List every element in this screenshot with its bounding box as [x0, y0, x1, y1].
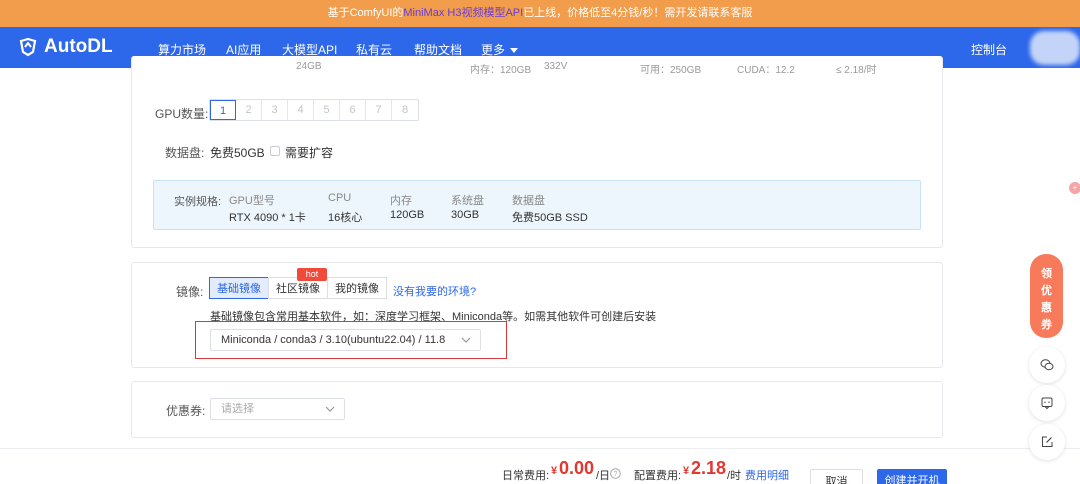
daily-fee-unit: /日	[596, 470, 611, 482]
svg-text:?: ?	[614, 471, 618, 478]
gpu-count-option[interactable]: 7	[366, 100, 392, 120]
claim-coupon-button[interactable]: 领 优 惠 券	[1030, 254, 1063, 338]
gpu-count-option[interactable]: 4	[288, 100, 314, 120]
daily-fee-label: 日常费用:	[502, 470, 550, 482]
nav-item-more-label: 更多	[481, 43, 506, 57]
chevron-down-icon	[325, 406, 335, 412]
question-circle-icon[interactable]: ?	[610, 468, 621, 479]
spec-value-gpu: RTX 4090 * 1卡	[229, 212, 306, 224]
gpu-count-option[interactable]: 2	[236, 100, 262, 120]
feedback-button[interactable]	[1029, 424, 1065, 460]
hot-badge: hot	[297, 268, 327, 281]
message-icon	[1041, 397, 1053, 410]
edit-icon	[1042, 436, 1053, 447]
spec-header-gpu: GPU型号	[229, 195, 275, 207]
coupon-placeholder: 请选择	[221, 403, 254, 415]
logo-text: AutoDL	[44, 36, 113, 57]
data-disk-free: 免费50GB	[210, 146, 265, 160]
chevron-down-icon	[461, 337, 471, 343]
coupon-char: 券	[1041, 319, 1052, 331]
edge-badge[interactable]: +	[1069, 182, 1080, 194]
config-fee-label: 配置费用:	[634, 470, 682, 482]
spec-value-cpu: 16核心	[328, 212, 363, 224]
spec-value-system-disk: 30GB	[451, 209, 480, 221]
gpu-count-label: GPU数量:	[155, 107, 209, 121]
memory-cut: 内存：120GB	[470, 65, 532, 76]
coupon-char: 优	[1041, 285, 1052, 297]
tab-my-image[interactable]: 我的镜像	[327, 277, 387, 299]
chevron-down-icon	[510, 48, 519, 53]
gpu-count-option[interactable]: 5	[314, 100, 340, 120]
data-disk-label: 数据盘:	[165, 146, 205, 160]
wechat-icon	[1040, 359, 1054, 371]
cancel-button[interactable]: 取消	[810, 469, 863, 484]
gpu-count-option[interactable]: 8	[392, 100, 418, 120]
gpu-count-option[interactable]: 6	[340, 100, 366, 120]
spec-header-memory: 内存	[390, 195, 412, 207]
available-cut: 可用：250GB	[640, 65, 702, 76]
image-version-select[interactable]: Miniconda / conda3 / 3.10(ubuntu22.04) /…	[210, 329, 481, 351]
console-link[interactable]: 控制台	[971, 41, 1007, 58]
coupon-char: 领	[1041, 268, 1052, 280]
expand-checkbox[interactable]	[270, 146, 280, 156]
message-button[interactable]	[1029, 385, 1065, 421]
config-fee-unit: /时	[727, 470, 742, 482]
logo[interactable]: AutoDL	[18, 36, 113, 58]
coupon-char: 惠	[1041, 302, 1052, 314]
expand-label[interactable]: 需要扩容	[285, 144, 333, 161]
cuda-cut: CUDA：12.2	[737, 65, 795, 76]
banner-highlight[interactable]: MiniMax H3视频模型API	[403, 7, 523, 19]
footer-bar: 日常费用: ¥ 0.00 /日 ? 配置费用: ¥ 2.18 /时 费用明细 取…	[0, 448, 1080, 484]
coupon-label: 优惠券:	[166, 404, 206, 418]
announcement-banner[interactable]: 基于ComfyUI的MiniMax H3视频模型API已上线，价格低至4分钱/秒…	[0, 0, 1080, 27]
price-cut: ≤ 2.18/时	[836, 65, 877, 76]
image-label: 镜像:	[176, 285, 204, 299]
spec-header-cpu: CPU	[328, 192, 352, 204]
tab-base-image[interactable]: 基础镜像	[209, 277, 269, 299]
instance-spec-panel: 实例规格: GPU型号 CPU 内存 系统盘 数据盘 RTX 4090 * 1卡…	[153, 180, 921, 230]
daily-fee-amount: 0.00	[559, 458, 595, 478]
banner-text-2: 已上线，价格低至4分钱/秒！需开发请联系客服	[523, 7, 753, 19]
config-fee-amount: 2.18	[691, 458, 727, 478]
spec-value-memory: 120GB	[390, 209, 425, 221]
wechat-button[interactable]	[1029, 347, 1065, 383]
banner-text-1: 基于ComfyUI的	[327, 7, 404, 19]
coupon-select[interactable]: 请选择	[210, 398, 345, 420]
gpu-memory-cut: 24GB	[296, 61, 322, 72]
avatar[interactable]	[1030, 31, 1080, 65]
gpu-count-option[interactable]: 3	[262, 100, 288, 120]
daily-fee-currency: ¥	[551, 465, 558, 477]
voltage-cut: 332V	[544, 61, 568, 72]
spec-header-data-disk: 数据盘	[512, 195, 545, 207]
config-fee-currency: ¥	[683, 465, 690, 477]
gpu-count-option[interactable]: 1	[210, 100, 236, 120]
image-version-value: Miniconda / conda3 / 3.10(ubuntu22.04) /…	[221, 334, 446, 346]
spec-value-data-disk: 免费50GB SSD	[512, 212, 588, 224]
spec-label: 实例规格:	[174, 196, 222, 208]
fee-detail-link[interactable]: 费用明细	[745, 467, 789, 483]
gpu-count-selector: 1 2 3 4 5 6 7 8	[209, 99, 419, 121]
create-and-start-button[interactable]: 创建并开机	[877, 469, 947, 484]
spec-header-system-disk: 系统盘	[451, 195, 484, 207]
autodl-logo-icon	[19, 37, 37, 57]
missing-env-link[interactable]: 没有我要的环境?	[393, 283, 476, 299]
